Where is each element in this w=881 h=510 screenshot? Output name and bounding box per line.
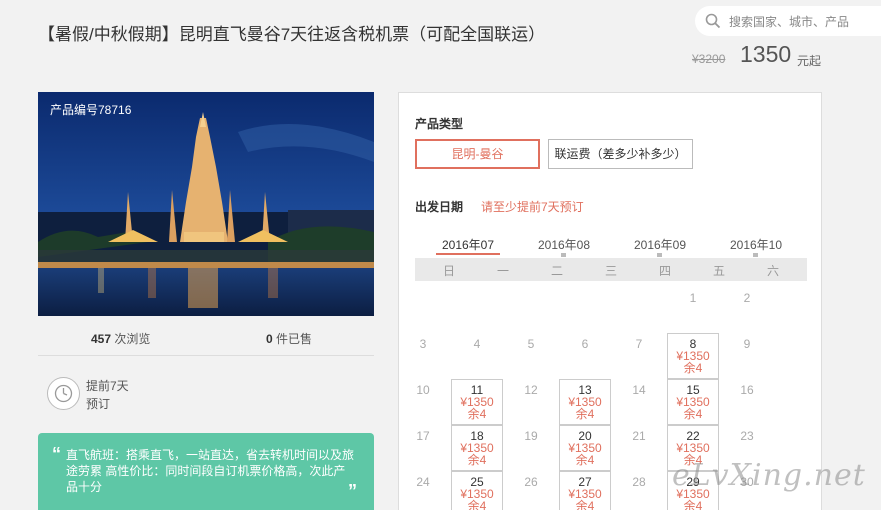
calendar-day-available[interactable]: 15 ¥1350 余4	[667, 379, 719, 425]
calendar-day: 7	[635, 337, 643, 351]
temple-night-image	[38, 92, 374, 316]
sold-label: 件已售	[276, 332, 313, 346]
month-tab-2016-10[interactable]: 2016年10	[721, 236, 791, 253]
calendar-day: 10	[416, 383, 430, 397]
calendar-day: 21	[632, 429, 646, 443]
type-option-connection-fee[interactable]: 联运费（差多少补多少）	[548, 139, 693, 169]
calendar-day: 16	[740, 383, 754, 397]
product-photo: 产品编号78716	[38, 92, 374, 316]
highlights-box: “ 直飞航班：搭乘直飞，一站直达，省去转机时间以及旅途劳累 高性价比：同时间段自…	[38, 433, 374, 510]
departure-date-label: 出发日期	[415, 200, 464, 214]
search-icon	[705, 13, 721, 29]
advance-booking-days: 提前7天	[86, 379, 129, 393]
weekday-tue: 二	[550, 264, 563, 278]
divider	[38, 355, 374, 356]
month-marker	[561, 253, 566, 257]
day-remaining: 余4	[467, 453, 487, 467]
calendar-day: 24	[416, 475, 430, 489]
clock-icon	[47, 377, 80, 410]
calendar-day: 5	[527, 337, 535, 351]
current-price: 1350	[740, 41, 792, 67]
product-code: 产品编号78716	[50, 103, 132, 117]
product-type-label: 产品类型	[415, 117, 464, 131]
highlights-text: 直飞航班：搭乘直飞，一站直达，省去转机时间以及旅途劳累 高性价比：同时间段自订机…	[66, 448, 355, 494]
calendar-day: 28	[632, 475, 646, 489]
page-title: 【暑假/中秋假期】昆明直飞曼谷7天往返含税机票（可配全国联运）	[38, 25, 546, 44]
calendar-day: 9	[743, 337, 751, 351]
calendar-day: 4	[473, 337, 481, 351]
calendar-day-available[interactable]: 8 ¥1350 余4	[667, 333, 719, 379]
calendar-day: 2	[743, 291, 751, 305]
day-remaining: 余4	[575, 453, 595, 467]
booking-panel: 产品类型 昆明-曼谷 联运费（差多少补多少） 出发日期 请至少提前7天预订 20…	[398, 92, 822, 510]
advance-booking-label: 预订	[86, 397, 111, 411]
calendar-day-available[interactable]: 27 ¥1350 余4	[559, 471, 611, 510]
sold-count: 0	[266, 332, 273, 346]
month-marker	[753, 253, 758, 257]
day-remaining: 余4	[575, 499, 595, 510]
calendar-day: 14	[632, 383, 646, 397]
watermark: eLvXing.net	[672, 458, 866, 493]
calendar-day-available[interactable]: 11 ¥1350 余4	[451, 379, 503, 425]
calendar-day-available[interactable]: 25 ¥1350 余4	[451, 471, 503, 510]
calendar-day: 3	[419, 337, 427, 351]
day-remaining: 余4	[683, 407, 703, 421]
calendar-day: 26	[524, 475, 538, 489]
weekday-wed: 三	[604, 264, 617, 278]
weekday-thu: 四	[658, 264, 671, 278]
month-tab-2016-09[interactable]: 2016年09	[625, 236, 695, 253]
day-remaining: 余4	[683, 361, 703, 375]
calendar-day: 19	[524, 429, 538, 443]
views-label: 次浏览	[114, 332, 151, 346]
weekday-sun: 日	[442, 264, 455, 278]
calendar-day: 1	[689, 291, 697, 305]
original-price: ¥3200	[692, 52, 726, 66]
calendar-day: 23	[740, 429, 754, 443]
calendar-day: 17	[416, 429, 430, 443]
open-quote-icon: “	[52, 444, 61, 464]
type-option-kunming-bangkok[interactable]: 昆明-曼谷	[415, 139, 540, 169]
calendar-day: 6	[581, 337, 589, 351]
month-tab-2016-08[interactable]: 2016年08	[529, 236, 599, 253]
day-remaining: 余4	[575, 407, 595, 421]
active-month-indicator	[436, 253, 500, 255]
sold-stat: 0 件已售	[266, 330, 312, 347]
weekday-sat: 六	[766, 264, 779, 278]
booking-note: 请至少提前7天预订	[481, 200, 584, 214]
views-count: 457	[91, 332, 112, 346]
calendar-day: 12	[524, 383, 538, 397]
product-stats: 457 次浏览 0 件已售	[38, 329, 374, 353]
calendar-day-available[interactable]: 18 ¥1350 余4	[451, 425, 503, 471]
calendar-day-available[interactable]: 13 ¥1350 余4	[559, 379, 611, 425]
day-remaining: 余4	[467, 499, 487, 510]
price-unit: 元起	[797, 54, 822, 68]
weekday-fri: 五	[712, 264, 725, 278]
weekday-header: 日 一 二 三 四 五 六	[415, 258, 807, 281]
weekday-mon: 一	[496, 264, 509, 278]
day-remaining: 余4	[683, 499, 703, 510]
views-stat: 457 次浏览	[91, 330, 150, 347]
search-input[interactable]: 搜索国家、城市、产品	[729, 13, 849, 30]
month-marker	[657, 253, 662, 257]
day-remaining: 余4	[467, 407, 487, 421]
search-box[interactable]: 搜索国家、城市、产品	[695, 6, 881, 36]
month-tab-2016-07[interactable]: 2016年07	[433, 236, 503, 253]
calendar-day-available[interactable]: 20 ¥1350 余4	[559, 425, 611, 471]
close-quote-icon: ”	[348, 481, 357, 501]
